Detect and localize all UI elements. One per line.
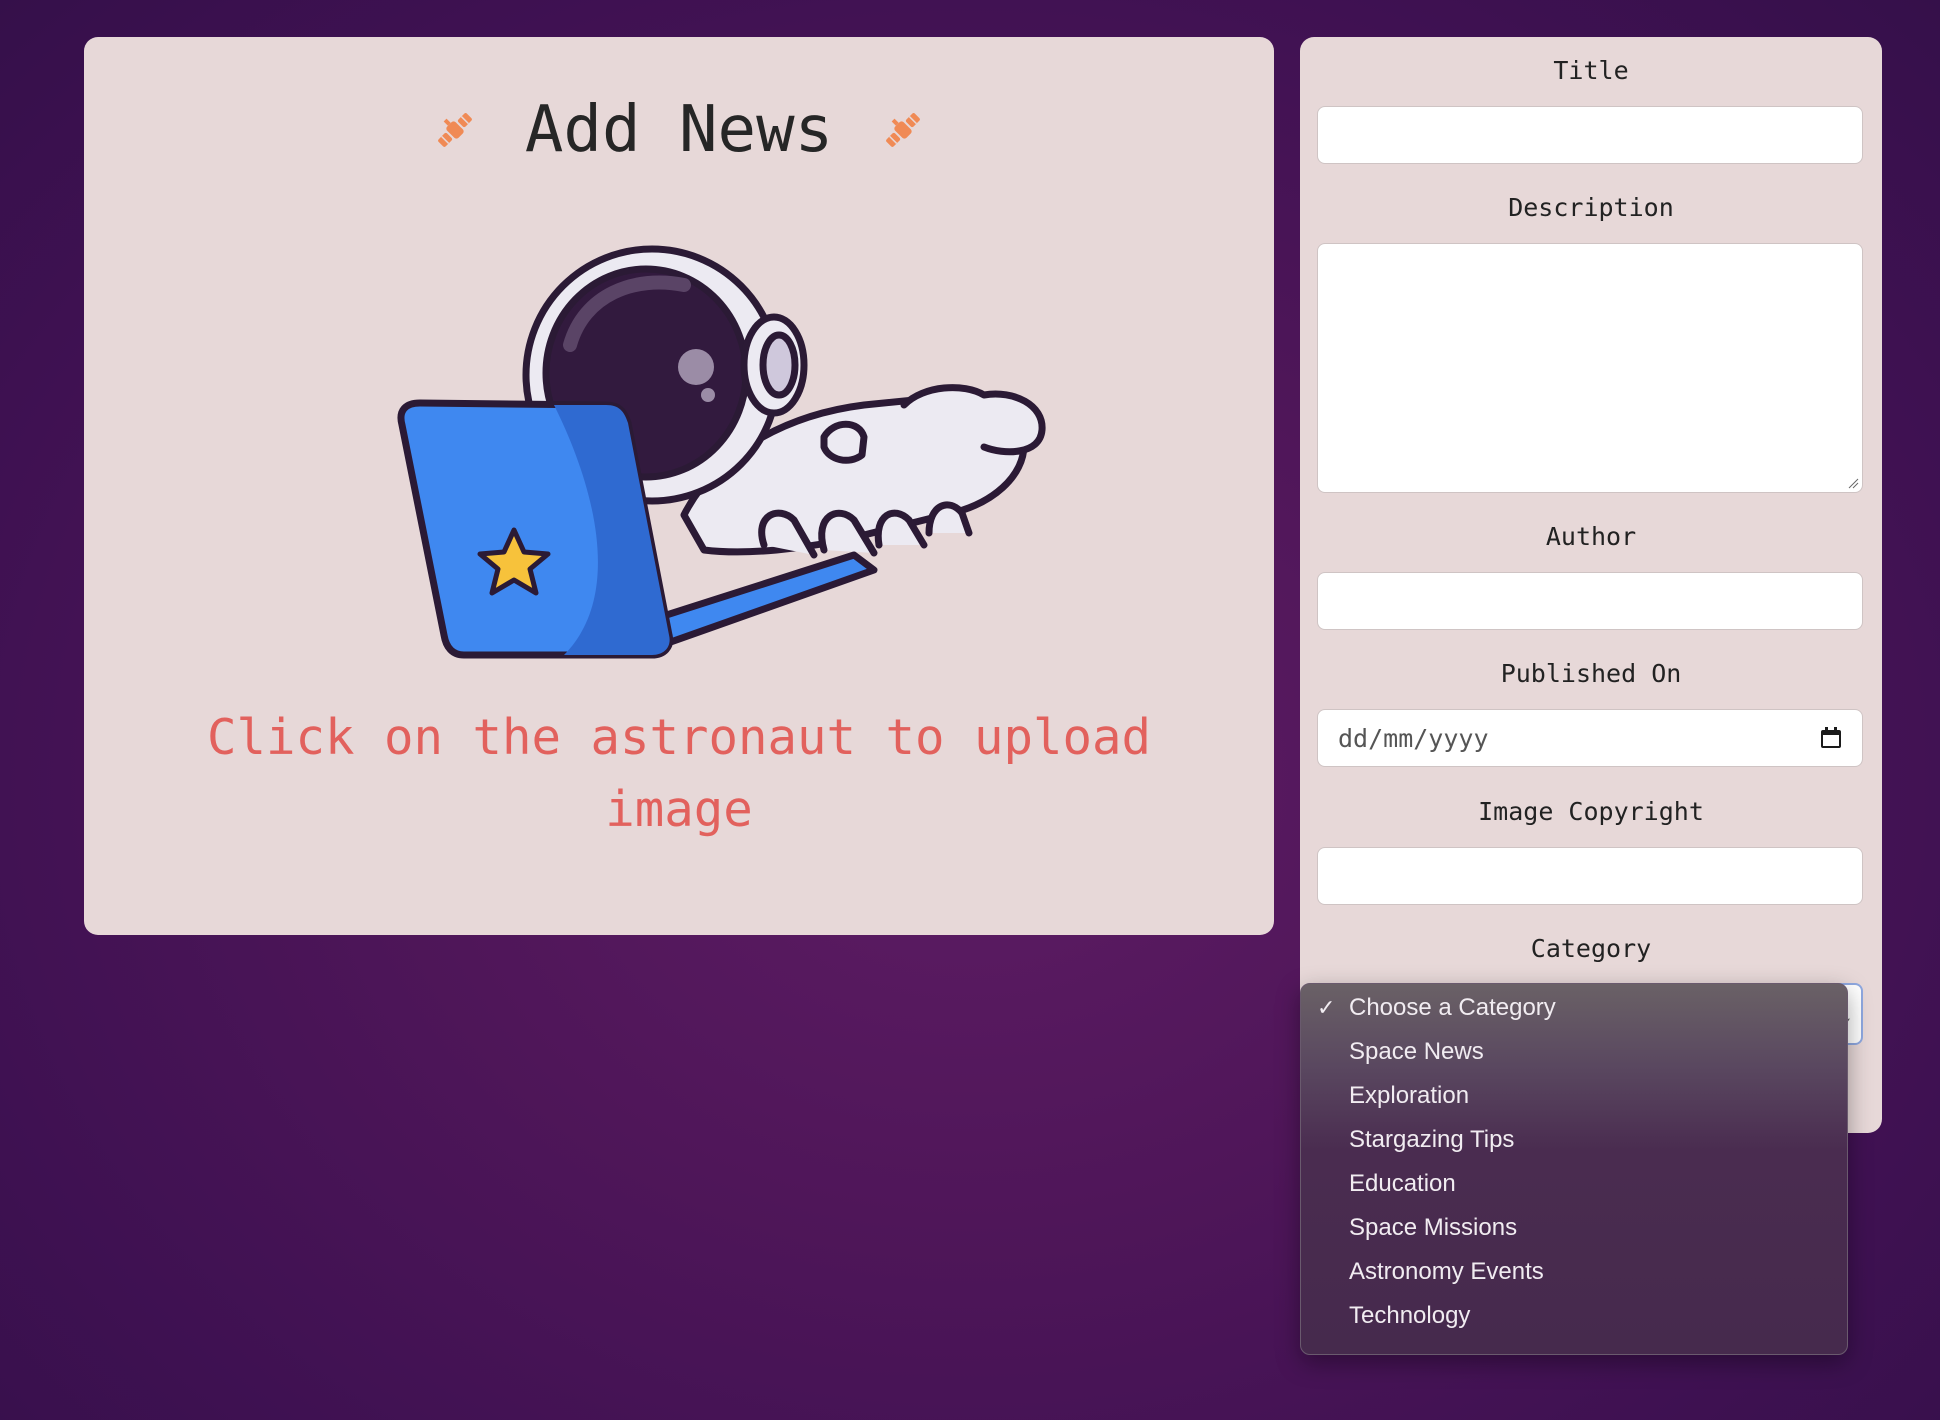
title-input[interactable] <box>1317 106 1863 164</box>
title-label: Title <box>1553 56 1629 85</box>
dropdown-option[interactable]: Stargazing Tips <box>1349 1118 1514 1162</box>
dropdown-option[interactable]: Exploration <box>1349 1074 1469 1118</box>
dropdown-option[interactable]: Space News <box>1349 1030 1484 1074</box>
satellite-icon <box>438 113 473 148</box>
astronaut-upload-button[interactable] <box>384 215 1064 675</box>
copyright-label: Image Copyright <box>1478 797 1704 826</box>
calendar-icon[interactable] <box>1820 727 1842 749</box>
category-dropdown-menu: ✓ Choose a Category Space News Explorati… <box>1300 983 1848 1355</box>
author-label: Author <box>1545 522 1637 551</box>
published-date-input[interactable]: dd/mm/yyyy <box>1317 709 1863 767</box>
checkmark-icon: ✓ <box>1317 995 1336 1020</box>
published-label: Published On <box>1500 659 1682 688</box>
description-label: Description <box>1508 193 1674 222</box>
upload-hint: Click on the astronaut to upload image <box>206 709 1151 838</box>
upload-card: Add News Click on the astronaut to uploa… <box>84 37 1274 935</box>
dropdown-option[interactable]: Choose a Category <box>1349 986 1556 1030</box>
description-textarea[interactable] <box>1317 243 1863 493</box>
author-input[interactable] <box>1317 572 1863 630</box>
news-form: Title Description Author Published On dd… <box>1300 37 1882 1133</box>
dropdown-option[interactable]: Astronomy Events <box>1349 1250 1544 1294</box>
copyright-input[interactable] <box>1317 847 1863 905</box>
page-title: Add News <box>524 93 834 168</box>
dropdown-option[interactable]: Space Missions <box>1349 1206 1517 1250</box>
resize-handle-icon[interactable] <box>1847 477 1859 489</box>
category-label: Category <box>1530 934 1652 963</box>
page-title-row: Add News <box>84 87 1274 170</box>
date-placeholder: dd/mm/yyyy <box>1338 724 1489 753</box>
satellite-icon <box>885 113 920 148</box>
dropdown-option[interactable]: Technology <box>1349 1294 1470 1338</box>
dropdown-option[interactable]: Education <box>1349 1162 1456 1206</box>
